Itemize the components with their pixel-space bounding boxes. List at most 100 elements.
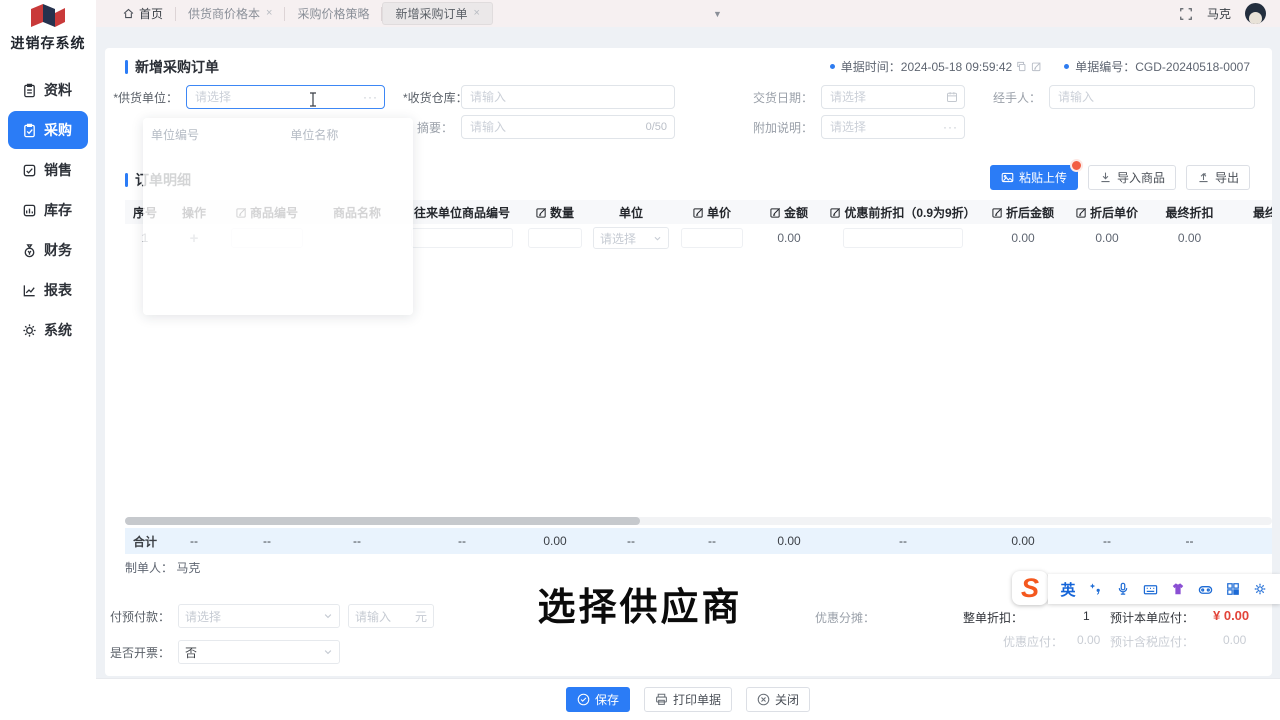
supplier-input[interactable] xyxy=(186,85,385,109)
close-icon[interactable]: × xyxy=(474,8,480,19)
print-button[interactable]: 打印单据 xyxy=(644,687,732,712)
faded-payable-value: 0.00 xyxy=(1077,633,1100,647)
invoice-value: 否 xyxy=(185,644,197,661)
total-unit-price: -- xyxy=(673,534,751,548)
save-button[interactable]: 保存 xyxy=(566,687,630,712)
notification-badge xyxy=(1070,159,1083,172)
close-button[interactable]: 关闭 xyxy=(746,687,810,712)
sparkle-comma-icon[interactable] xyxy=(1089,582,1103,596)
sidebar-item-system[interactable]: 系统 xyxy=(8,311,88,349)
ellipsis-icon[interactable]: ··· xyxy=(363,90,378,104)
import-products-label: 导入商品 xyxy=(1117,169,1165,186)
bullet-icon xyxy=(1064,64,1069,69)
col-pre-discount: 优惠前折扣（0.9为9折） xyxy=(827,204,979,221)
sidebar-item-data[interactable]: 资料 xyxy=(8,71,88,109)
total-discounted-price: -- xyxy=(1067,534,1147,548)
sidebar-item-label: 库存 xyxy=(44,200,72,220)
text-cursor xyxy=(309,92,317,107)
brand: 进销存系统 xyxy=(0,0,96,55)
skin-icon[interactable] xyxy=(1171,582,1185,596)
toolbox-icon[interactable] xyxy=(1253,582,1267,596)
total-final-discount: -- xyxy=(1147,534,1232,548)
tab-new-purchase-order[interactable]: 新增采购订单 × xyxy=(382,2,492,25)
quantity-input[interactable] xyxy=(521,228,589,248)
line-chart-icon xyxy=(22,283,37,298)
col-unit: 单位 xyxy=(589,204,673,221)
copy-icon[interactable] xyxy=(1016,61,1027,72)
sidebar-item-purchase[interactable]: 采购 xyxy=(8,111,88,149)
sidebar-item-sales[interactable]: 销售 xyxy=(8,151,88,189)
unit-price-input[interactable] xyxy=(673,228,751,248)
invoice-label: 是否开票： xyxy=(105,644,170,661)
supplier-dropdown[interactable]: 单位编号 单位名称 xyxy=(143,118,413,315)
tab-purchase-price-policy[interactable]: 采购价格策略 xyxy=(285,0,381,27)
handler-input[interactable] xyxy=(1049,85,1255,109)
tabs-dropdown-icon[interactable]: ▼ xyxy=(713,9,722,19)
chevron-down-icon xyxy=(323,647,333,657)
unit-select[interactable]: 请选择 xyxy=(589,227,673,249)
export-button[interactable]: 导出 xyxy=(1186,165,1250,190)
tab-label: 采购价格策略 xyxy=(297,5,369,22)
summary-input[interactable] xyxy=(461,115,675,139)
edit-icon[interactable] xyxy=(1031,61,1042,72)
ime-english-mode[interactable]: 英 xyxy=(1061,579,1076,600)
col-final-price: 最终价格 xyxy=(1232,204,1272,221)
sidebar-item-reports[interactable]: 报表 xyxy=(8,271,88,309)
sogou-logo-icon[interactable]: S xyxy=(1012,571,1048,605)
import-icon xyxy=(1099,171,1112,184)
edit-icon xyxy=(992,207,1003,218)
import-products-button[interactable]: 导入商品 xyxy=(1088,165,1176,190)
total-amount: 0.00 xyxy=(751,534,827,548)
discounted-amount-value: 0.00 xyxy=(979,231,1067,245)
emoji-grid-icon[interactable] xyxy=(1226,582,1240,596)
scrollbar-thumb[interactable] xyxy=(125,517,640,525)
money-bag-icon xyxy=(22,243,37,258)
partner-product-code-input[interactable] xyxy=(403,228,521,248)
topbar-right: 马克 xyxy=(1179,3,1266,24)
tab-home-label: 首页 xyxy=(139,5,163,22)
avatar[interactable] xyxy=(1245,3,1266,24)
col-discounted-amount: 折后金额 xyxy=(979,204,1067,221)
ellipsis-icon[interactable]: ··· xyxy=(943,120,958,134)
paste-upload-label: 粘贴上传 xyxy=(1019,169,1067,186)
keyboard-icon[interactable] xyxy=(1143,582,1158,597)
sidebar-item-inventory[interactable]: 库存 xyxy=(8,191,88,229)
faded-tax-payable-value: 0.00 xyxy=(1223,633,1246,647)
sidebar-item-label: 采购 xyxy=(44,120,72,140)
app-logo-icon xyxy=(27,3,69,31)
calendar-icon[interactable] xyxy=(946,91,958,103)
username[interactable]: 马克 xyxy=(1207,5,1231,22)
total-partner-code: -- xyxy=(403,534,521,548)
bullet-icon xyxy=(830,64,835,69)
creator-value: 马克 xyxy=(176,561,200,575)
edit-icon xyxy=(830,207,841,218)
sidebar-item-label: 财务 xyxy=(44,240,72,260)
sidebar-item-finance[interactable]: 财务 xyxy=(8,231,88,269)
discounted-price-value: 0.00 xyxy=(1067,231,1147,245)
dropdown-col-unit-code: 单位编号 xyxy=(151,128,199,142)
invoice-select[interactable]: 否 xyxy=(178,640,340,664)
tab-label: 新增采购订单 xyxy=(395,5,467,22)
horizontal-scrollbar[interactable] xyxy=(125,517,1272,525)
warehouse-input[interactable] xyxy=(461,85,675,109)
tab-label: 供货商价格本 xyxy=(188,5,260,22)
delivery-date-input[interactable] xyxy=(821,85,965,109)
total-pre-discount: -- xyxy=(827,534,979,548)
app-title: 进销存系统 xyxy=(11,33,86,53)
bar-chart-icon xyxy=(22,203,37,218)
title-accent-bar xyxy=(125,173,128,187)
total-action: -- xyxy=(165,534,223,548)
microphone-icon[interactable] xyxy=(1116,582,1130,596)
tab-home[interactable]: 首页 xyxy=(110,0,175,27)
total-quantity: 0.00 xyxy=(521,534,589,548)
sidebar-item-label: 资料 xyxy=(44,80,72,100)
close-icon[interactable]: × xyxy=(266,8,272,19)
clipboard-check-icon xyxy=(22,123,37,138)
pre-discount-input[interactable] xyxy=(827,228,979,248)
fullscreen-icon[interactable] xyxy=(1179,7,1193,21)
tab-supplier-pricebook[interactable]: 供货商价格本 × xyxy=(176,0,284,27)
footer-actions: 保存 打印单据 关闭 xyxy=(96,678,1280,720)
edit-icon xyxy=(693,207,704,218)
paste-upload-button[interactable]: 粘贴上传 xyxy=(990,165,1078,190)
game-icon[interactable] xyxy=(1198,582,1213,597)
